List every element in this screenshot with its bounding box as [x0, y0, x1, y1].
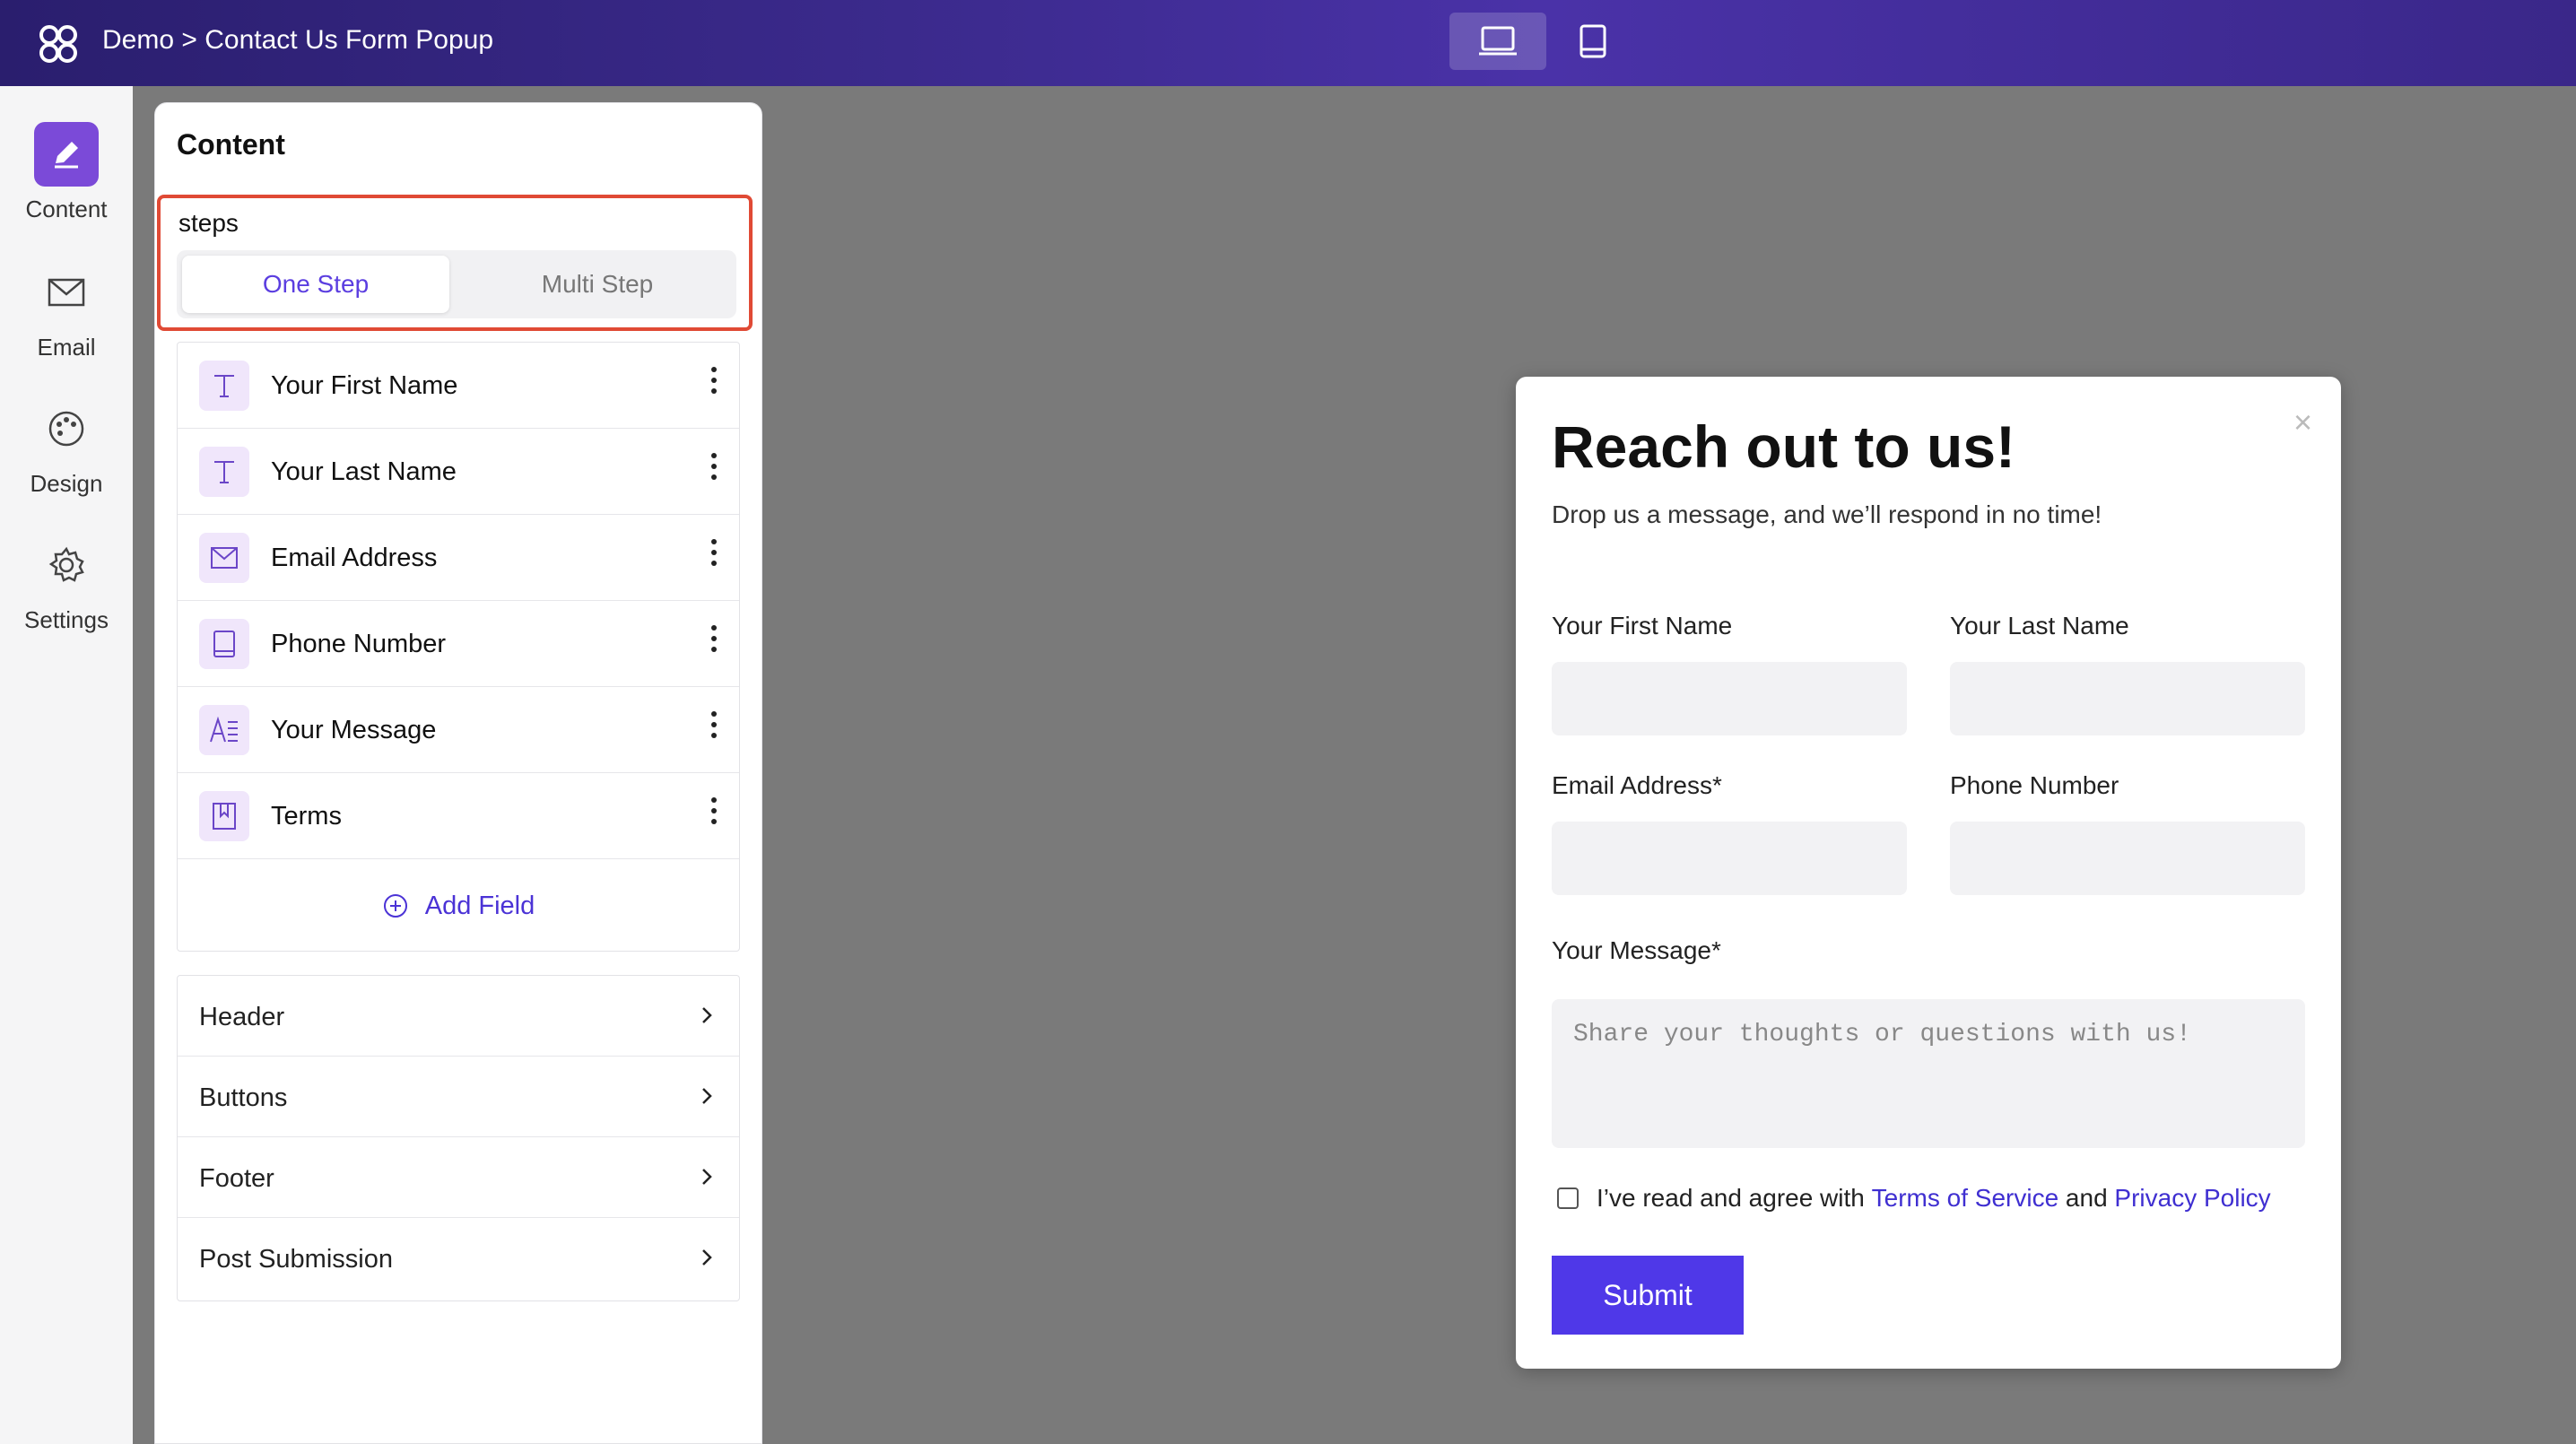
bookmark-icon [199, 791, 249, 841]
more-vertical-icon[interactable] [705, 535, 723, 570]
mail-icon [199, 533, 249, 583]
last-name-input[interactable] [1950, 662, 2305, 735]
section-label: Header [199, 1003, 285, 1031]
top-bar: Demo > Contact Us Form Popup [0, 0, 2576, 86]
rail-label-settings: Settings [24, 606, 109, 633]
field-label: Terms [271, 802, 342, 831]
field-label: Your Last Name [271, 457, 457, 486]
panel-title: Content [177, 128, 285, 161]
content-panel: Content steps One Step Multi Step Your F… [154, 102, 762, 1444]
close-icon[interactable]: × [2293, 404, 2312, 441]
field-row-first-name[interactable]: Your First Name [178, 343, 739, 429]
chevron-right-icon [702, 1249, 712, 1266]
privacy-policy-link[interactable]: Privacy Policy [2114, 1184, 2270, 1213]
phone-icon [199, 619, 249, 669]
rail-item-content[interactable]: Content [0, 122, 133, 223]
section-list: Header Buttons Footer Post Submission [177, 975, 740, 1301]
more-vertical-icon[interactable] [705, 707, 723, 743]
steps-highlight-box: steps One Step Multi Step [157, 195, 753, 331]
more-vertical-icon[interactable] [705, 793, 723, 829]
section-footer[interactable]: Footer [178, 1137, 739, 1218]
add-field-button[interactable]: Add Field [178, 861, 739, 951]
tablet-icon [1580, 24, 1606, 58]
paragraph-icon [199, 705, 249, 755]
section-header[interactable]: Header [178, 976, 739, 1057]
first-name-input[interactable] [1552, 662, 1907, 735]
field-row-terms[interactable]: Terms [178, 773, 739, 859]
gear-icon [34, 533, 99, 597]
app-logo-icon[interactable] [36, 22, 81, 66]
steps-label: steps [178, 209, 239, 237]
first-name-label: Your First Name [1552, 612, 1733, 639]
field-label: Email Address [271, 544, 438, 572]
email-label: Email Address* [1552, 771, 1722, 799]
terms-checkbox[interactable] [1557, 1187, 1579, 1209]
field-row-email[interactable]: Email Address [178, 515, 739, 601]
more-vertical-icon[interactable] [705, 448, 723, 484]
terms-row: I’ve read and agree with Terms of Servic… [1557, 1184, 2271, 1213]
text-icon [199, 447, 249, 497]
steps-segmented-control: One Step Multi Step [177, 250, 736, 318]
palette-icon [34, 396, 99, 461]
section-label: Buttons [199, 1083, 288, 1112]
add-field-label: Add Field [424, 891, 535, 920]
terms-of-service-link[interactable]: Terms of Service [1872, 1184, 2059, 1213]
last-name-label: Your Last Name [1950, 612, 2129, 639]
phone-input[interactable] [1950, 822, 2305, 895]
plus-circle-icon [383, 894, 407, 918]
message-label: Your Message* [1552, 936, 1721, 964]
field-list: Your First Name Your Last Name Email Add… [177, 342, 740, 952]
rail-label-email: Email [37, 334, 96, 361]
field-row-phone[interactable]: Phone Number [178, 601, 739, 687]
email-input[interactable] [1552, 822, 1907, 895]
pencil-icon [34, 122, 99, 187]
tablet-view-button[interactable] [1545, 13, 1641, 70]
breadcrumb[interactable]: Demo > Contact Us Form Popup [102, 25, 493, 56]
section-label: Post Submission [199, 1245, 393, 1274]
text-icon [199, 361, 249, 411]
phone-label: Phone Number [1950, 771, 2119, 799]
chevron-right-icon [702, 1007, 712, 1023]
more-vertical-icon[interactable] [705, 621, 723, 657]
multi-step-option[interactable]: Multi Step [464, 256, 731, 313]
rail-item-email[interactable]: Email [0, 260, 133, 361]
popup-subtitle: Drop us a message, and we’ll respond in … [1552, 500, 2102, 528]
chevron-right-icon [702, 1088, 712, 1104]
field-row-last-name[interactable]: Your Last Name [178, 429, 739, 515]
rail-item-design[interactable]: Design [0, 396, 133, 498]
section-buttons[interactable]: Buttons [178, 1057, 739, 1137]
section-label: Footer [199, 1164, 274, 1193]
submit-button[interactable]: Submit [1552, 1256, 1744, 1335]
desktop-icon [1479, 26, 1517, 56]
rail-item-settings[interactable]: Settings [0, 533, 133, 634]
message-textarea[interactable] [1552, 999, 2305, 1148]
left-rail: Content Email Design Settings [0, 86, 133, 1444]
section-post-submission[interactable]: Post Submission [178, 1218, 739, 1299]
rail-label-content: Content [25, 196, 108, 222]
field-label: Phone Number [271, 630, 447, 658]
contact-form-popup: × Reach out to us! Drop us a message, an… [1516, 377, 2341, 1369]
chevron-right-icon [702, 1169, 712, 1185]
one-step-option[interactable]: One Step [182, 256, 449, 313]
popup-title: Reach out to us! [1552, 413, 2016, 480]
field-label: Your First Name [271, 371, 458, 400]
desktop-view-button[interactable] [1449, 13, 1546, 70]
rail-label-design: Design [30, 470, 103, 497]
field-row-message[interactable]: Your Message [178, 687, 739, 773]
terms-and-text: and [2058, 1184, 2115, 1212]
field-label: Your Message [271, 716, 437, 744]
more-vertical-icon[interactable] [705, 362, 723, 398]
terms-text: I’ve read and agree with [1597, 1184, 1872, 1212]
mail-icon [34, 260, 99, 325]
